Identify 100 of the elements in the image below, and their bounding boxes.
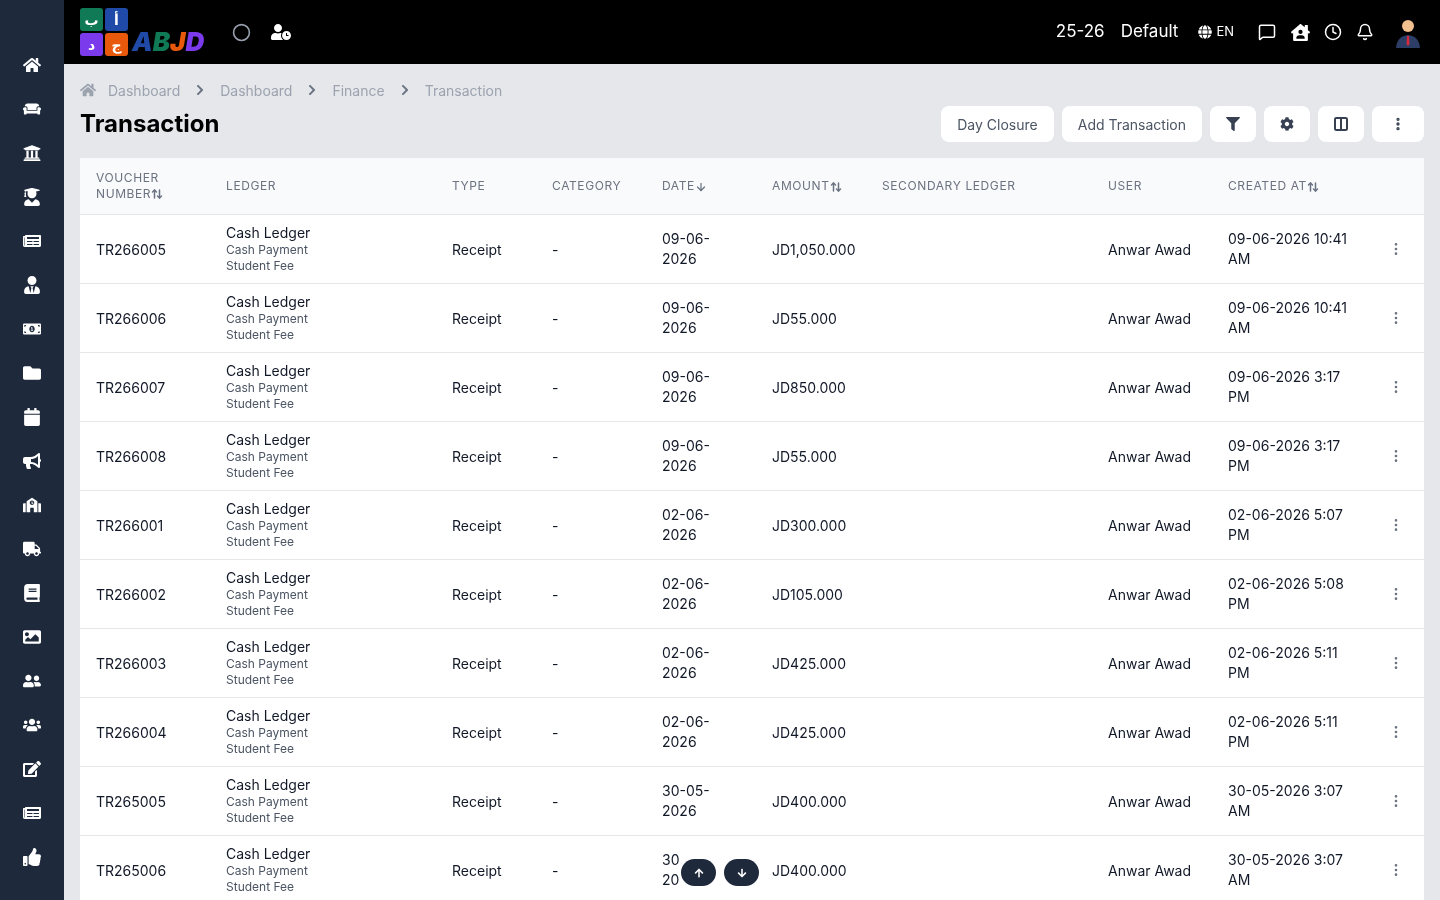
chat-icon[interactable]: [1258, 23, 1276, 41]
settings-button[interactable]: [1264, 106, 1310, 142]
truck-icon[interactable]: [23, 540, 41, 558]
ledger-name: Cash Ledger: [226, 293, 312, 311]
date-cell-text: 02-06-2026: [662, 643, 711, 683]
ledger-detail: Cash Payment: [226, 242, 309, 258]
person-icon[interactable]: [23, 276, 41, 294]
date-cell-text: 30-05-2026: [662, 781, 711, 821]
clock-icon[interactable]: [1324, 23, 1342, 41]
category-cell: -: [552, 378, 559, 396]
user-cell: Anwar Awad: [1108, 240, 1192, 258]
amount-cell: JD55.000: [772, 309, 837, 327]
created-at-cell-text: 02-06-2026 5:11 PM: [1228, 712, 1339, 752]
amount-cell: JD105.000: [772, 585, 843, 603]
sort-icon[interactable]: [1306, 180, 1319, 193]
user-cell: Anwar Awad: [1108, 723, 1192, 741]
created-at-cell-text: 30-05-2026 3:07 AM: [1228, 781, 1344, 821]
user-clock-icon[interactable]: [271, 22, 292, 42]
ledger-detail: Cash Payment: [226, 863, 309, 879]
folder-icon[interactable]: [23, 364, 41, 382]
filter-button[interactable]: [1210, 106, 1256, 142]
arrow-down-icon: [736, 867, 747, 878]
voucher-number: TR266003: [96, 654, 167, 672]
column-header: CATEGORY: [552, 178, 622, 193]
ledger-detail: Student Fee: [226, 879, 296, 895]
date-cell-text: 02-06-2026: [662, 505, 711, 545]
column-header[interactable]: CREATED AT: [1228, 178, 1319, 193]
sort-descending-icon[interactable]: [694, 180, 707, 193]
date-cell: 30 20: [662, 850, 680, 890]
type-cell: Receipt: [452, 516, 502, 534]
amount-cell: JD425.000: [772, 654, 846, 672]
amount-cell: JD300.000: [772, 516, 847, 534]
status-circle-icon[interactable]: [232, 22, 252, 42]
type-cell: Receipt: [452, 861, 502, 879]
building-icon[interactable]: [23, 496, 41, 514]
logo-tile: د: [80, 33, 103, 56]
graduate-icon[interactable]: [23, 188, 41, 206]
house-user-icon[interactable]: [1291, 22, 1310, 42]
type-cell: Receipt: [452, 378, 502, 396]
ledger-detail: Student Fee: [226, 741, 296, 757]
notification-icon[interactable]: [1356, 23, 1374, 41]
sort-icon[interactable]: [151, 188, 164, 201]
book-icon[interactable]: [23, 584, 41, 602]
home-icon[interactable]: [23, 56, 41, 74]
user-cell: Anwar Awad: [1108, 309, 1192, 327]
group-icon[interactable]: [23, 716, 41, 734]
logo-letter: A: [132, 29, 153, 55]
edit-icon[interactable]: [23, 760, 41, 778]
ledger-detail: Cash Payment: [226, 311, 309, 327]
columns-button[interactable]: [1318, 106, 1364, 142]
action-button[interactable]: Day Closure: [941, 106, 1054, 142]
category-cell: -: [552, 516, 559, 534]
bank-icon[interactable]: [23, 144, 41, 162]
column-header[interactable]: DATE: [662, 178, 707, 193]
calendar-icon[interactable]: [23, 408, 41, 426]
type-cell: Receipt: [452, 723, 502, 741]
type-cell: Receipt: [452, 309, 502, 327]
action-button[interactable]: Add Transaction: [1061, 106, 1202, 142]
ledger-detail: Student Fee: [226, 534, 296, 550]
type-cell: Receipt: [452, 792, 502, 810]
user-cell: Anwar Awad: [1108, 861, 1192, 879]
ledger-name: Cash Ledger: [226, 500, 312, 518]
thumbs-up-icon[interactable]: [23, 848, 41, 866]
ledger-name: Cash Ledger: [226, 638, 312, 656]
academic-year[interactable]: 25-26: [1055, 19, 1105, 45]
newspaper-icon[interactable]: [23, 804, 41, 822]
created-at-cell-text: 09-06-2026 3:17 PM: [1228, 436, 1342, 476]
ledger-detail: Student Fee: [226, 465, 296, 481]
column-header: USER: [1108, 178, 1142, 193]
created-at-cell-text: 02-06-2026 5:07 PM: [1228, 505, 1344, 545]
profile-name[interactable]: Default: [1120, 19, 1179, 45]
category-cell: -: [552, 447, 559, 465]
user-cell: Anwar Awad: [1108, 378, 1192, 396]
amount-cell: JD425.000: [772, 723, 846, 741]
language-button[interactable]: EN: [1198, 22, 1234, 42]
logo-tile: أ: [105, 8, 128, 31]
users-icon[interactable]: [23, 672, 41, 690]
ledger-name: Cash Ledger: [226, 845, 312, 863]
user-cell: Anwar Awad: [1108, 447, 1192, 465]
voucher-number: TR266008: [96, 447, 167, 465]
ledger-detail: Student Fee: [226, 672, 296, 688]
user-cell: Anwar Awad: [1108, 516, 1192, 534]
column-header[interactable]: VOUCHER NUMBER: [96, 169, 166, 202]
logo-letter: B: [152, 29, 171, 55]
ledger-detail: Student Fee: [226, 396, 296, 412]
amount-cell: JD400.000: [772, 792, 847, 810]
image-icon[interactable]: [23, 628, 41, 646]
logo-letter: D: [185, 29, 205, 55]
date-cell-text: 02-06-2026: [662, 712, 711, 752]
filter-icon: [1226, 117, 1240, 131]
megaphone-icon[interactable]: [23, 452, 41, 470]
created-at-cell-text: 02-06-2026 5:08 PM: [1228, 574, 1345, 614]
sort-icon[interactable]: [829, 180, 842, 193]
newspaper-icon[interactable]: [23, 232, 41, 250]
date-cell-text: 09-06-2026: [662, 367, 711, 407]
voucher-number: TR265006: [96, 861, 167, 879]
ledger-detail: Cash Payment: [226, 518, 309, 534]
amount-cell: JD55.000: [772, 447, 837, 465]
voucher-number: TR266004: [96, 723, 167, 741]
column-header[interactable]: AMOUNT: [772, 178, 842, 193]
